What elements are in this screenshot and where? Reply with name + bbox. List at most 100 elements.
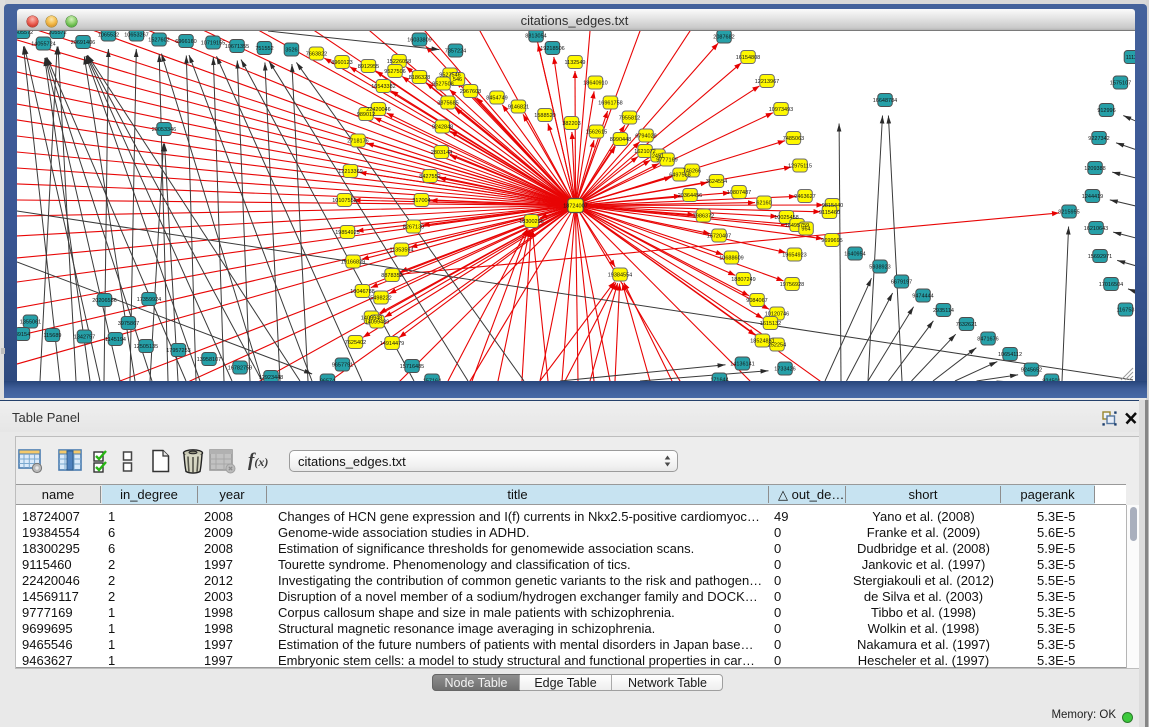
svg-text:16648784: 16648784	[873, 98, 897, 104]
svg-text:10046788: 10046788	[350, 289, 374, 295]
svg-text:6679197: 6679197	[891, 279, 912, 285]
svg-text:1575107: 1575107	[1110, 80, 1131, 86]
svg-text:9463627: 9463627	[794, 194, 815, 200]
svg-text:11353594: 11353594	[389, 247, 413, 253]
svg-text:205572: 205572	[48, 31, 66, 36]
svg-text:14136141: 14136141	[730, 361, 754, 367]
svg-text:8912955: 8912955	[358, 64, 379, 70]
svg-text:8215955: 8215955	[1058, 209, 1079, 215]
svg-text:9245652: 9245652	[1021, 367, 1042, 373]
svg-text:16210643: 16210643	[1084, 226, 1108, 232]
svg-text:19384554: 19384554	[608, 272, 632, 278]
svg-text:12213369: 12213369	[338, 169, 362, 175]
svg-text:14914479: 14914479	[380, 341, 404, 347]
svg-text:171644: 171644	[710, 377, 728, 381]
svg-text:12505135: 12505135	[134, 344, 158, 350]
svg-text:9146821: 9146821	[508, 104, 529, 110]
svg-text:96574: 96574	[320, 378, 335, 381]
svg-text:19756928: 19756928	[780, 282, 804, 288]
svg-text:2803144: 2803144	[431, 150, 452, 156]
svg-text:7485063: 7485063	[783, 136, 804, 142]
svg-text:3875685: 3875685	[437, 100, 458, 106]
svg-text:15716485: 15716485	[400, 364, 424, 370]
svg-text:2718176: 2718176	[347, 138, 368, 144]
svg-text:39154: 39154	[17, 332, 30, 338]
svg-text:16154808: 16154808	[736, 55, 760, 61]
svg-text:8186328: 8186328	[409, 75, 430, 81]
svg-text:115689: 115689	[44, 333, 62, 339]
svg-text:1527602: 1527602	[148, 37, 169, 43]
svg-text:1145194: 1145194	[105, 337, 126, 343]
svg-text:16033809: 16033809	[407, 37, 431, 43]
svg-text:20691406: 20691406	[71, 40, 95, 46]
svg-text:3975867: 3975867	[118, 321, 139, 327]
svg-text:20053346: 20053346	[152, 127, 176, 133]
svg-text:19166829: 19166829	[341, 259, 365, 265]
svg-text:9474444: 9474444	[912, 293, 933, 299]
svg-text:252254: 252254	[768, 342, 786, 348]
svg-text:10025458: 10025458	[774, 215, 798, 221]
svg-text:317004: 317004	[412, 198, 430, 204]
svg-text:17359924: 17359924	[137, 297, 161, 303]
svg-text:9242848: 9242848	[432, 124, 453, 130]
svg-text:9115460: 9115460	[819, 210, 840, 216]
svg-text:1588520: 1588520	[534, 113, 555, 119]
svg-text:12975115: 12975115	[788, 163, 812, 169]
svg-text:1209388: 1209388	[1084, 166, 1105, 172]
svg-text:1065532: 1065532	[98, 32, 119, 38]
svg-text:964: 964	[801, 226, 810, 232]
svg-text:12923448: 12923448	[259, 375, 283, 381]
svg-text:18300295: 18300295	[519, 219, 543, 225]
svg-text:19218506: 19218506	[540, 46, 564, 52]
svg-text:9084067: 9084067	[746, 298, 767, 304]
svg-text:12213967: 12213967	[755, 79, 779, 85]
svg-text:18807249: 18807249	[731, 277, 755, 283]
svg-text:8813054: 8813054	[525, 33, 546, 39]
svg-text:8471676: 8471676	[977, 336, 998, 342]
svg-text:10973493: 10973493	[769, 107, 793, 113]
svg-text:2967608: 2967608	[460, 89, 481, 95]
svg-text:8878352: 8878352	[381, 273, 402, 279]
svg-text:15226058: 15226058	[387, 59, 411, 65]
svg-text:9527506: 9527506	[384, 69, 405, 75]
svg-text:1244419: 1244419	[1082, 194, 1103, 200]
svg-text:9815440: 9815440	[822, 203, 843, 209]
svg-text:1615132: 1615132	[760, 321, 781, 327]
svg-text:1640954: 1640954	[844, 251, 865, 257]
svg-text:19654923: 19654923	[782, 252, 806, 258]
svg-text:1342757: 1342757	[74, 334, 95, 340]
svg-text:8960123: 8960123	[331, 60, 352, 66]
svg-text:1733426: 1733426	[774, 366, 795, 372]
svg-text:9699695: 9699695	[821, 238, 842, 244]
svg-text:10807487: 10807487	[727, 190, 751, 196]
svg-text:912996: 912996	[1097, 108, 1115, 114]
svg-text:7986372: 7986372	[693, 213, 714, 219]
svg-text:9657791: 9657791	[332, 362, 353, 368]
svg-text:7955812: 7955812	[619, 115, 640, 121]
svg-text:5498222: 5498222	[370, 295, 391, 301]
svg-text:18640910: 18640910	[583, 80, 607, 86]
svg-text:7357224: 7357224	[445, 48, 466, 54]
svg-text:19854925: 19854925	[335, 230, 359, 236]
svg-text:16961758: 16961758	[598, 100, 622, 106]
svg-text:10671355: 10671355	[225, 44, 249, 50]
svg-text:6966160: 6966160	[175, 39, 196, 45]
svg-text:17957253: 17957253	[166, 348, 190, 354]
svg-text:3624554: 3624554	[706, 179, 727, 185]
svg-text:14055724: 14055724	[31, 41, 55, 47]
svg-text:7632621: 7632621	[956, 322, 977, 328]
svg-text:116753: 116753	[1117, 307, 1135, 313]
svg-text:546: 546	[453, 77, 462, 83]
svg-text:16782759: 16782759	[228, 365, 252, 371]
svg-text:8454749: 8454749	[486, 95, 507, 101]
svg-text:2935114: 2935114	[933, 308, 954, 314]
svg-text:751552: 751552	[255, 46, 273, 52]
svg-text:14099489: 14099489	[365, 319, 389, 325]
svg-text:10653267: 10653267	[124, 32, 148, 38]
svg-text:10654112: 10654112	[998, 352, 1022, 358]
svg-text:20364456: 20364456	[678, 193, 702, 199]
svg-text:5938923: 5938923	[869, 264, 890, 270]
svg-text:18724007: 18724007	[563, 204, 587, 210]
svg-text:16543382: 16543382	[371, 84, 395, 90]
svg-text:1132549: 1132549	[564, 60, 585, 66]
